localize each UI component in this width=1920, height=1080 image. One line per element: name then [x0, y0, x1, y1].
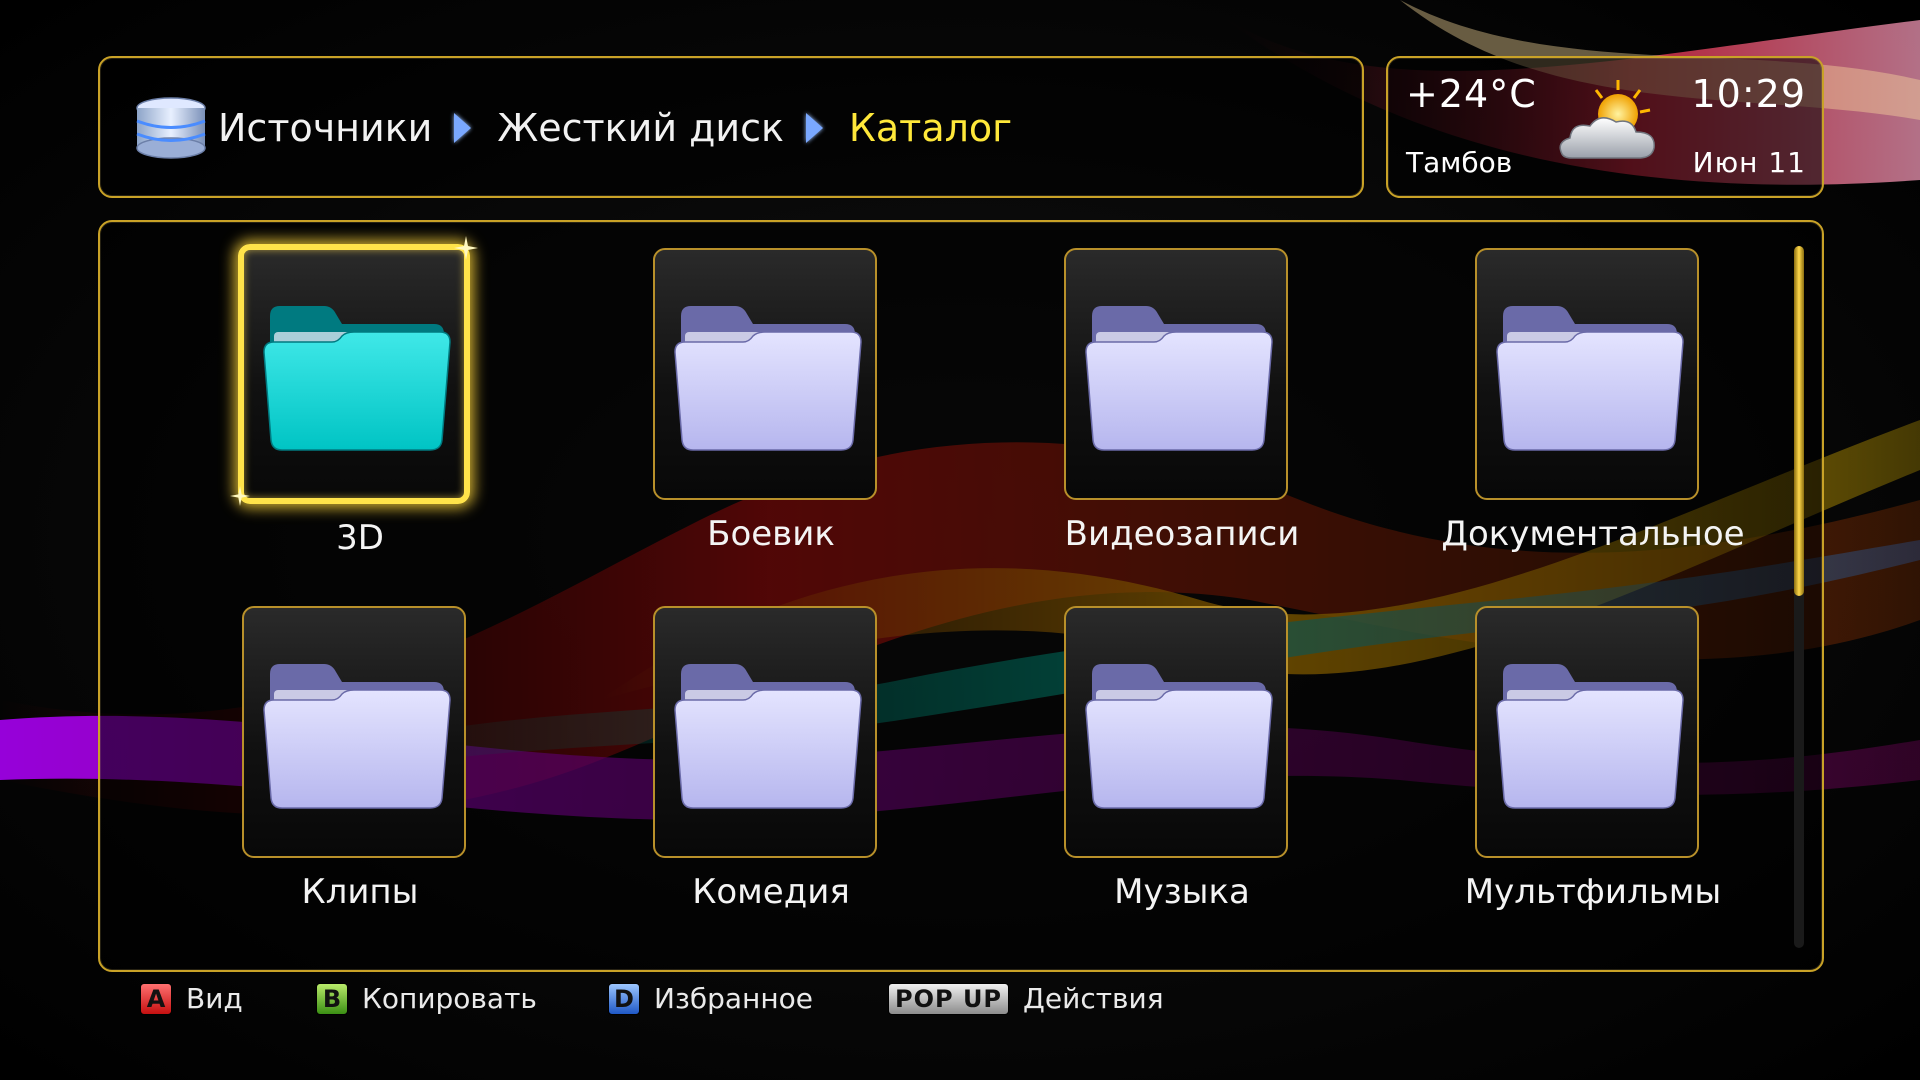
popup-key-icon: POP UP — [888, 982, 1010, 1015]
partly-cloudy-icon — [1559, 80, 1655, 159]
folder-tile[interactable]: Комедия — [581, 580, 881, 912]
breadcrumb-item-sources[interactable]: Источники — [218, 106, 432, 150]
folder-label: Комедия — [692, 872, 850, 912]
hint-actions[interactable]: POP UP Действия — [888, 982, 1164, 1015]
clock-date: Июн 11 — [1692, 146, 1806, 179]
blue-key-d-icon: D — [608, 982, 640, 1015]
hint-favorites[interactable]: D Избранное — [608, 982, 813, 1015]
folder-tile[interactable]: Музыка — [992, 580, 1292, 912]
breadcrumb-item-catalog: Каталог — [848, 106, 1013, 150]
folder-tile[interactable]: 3D — [170, 222, 478, 558]
folder-icon — [1496, 306, 1684, 451]
folder-grid: 3D Боевик Видеозаписи Документальное Клипы Ко… — [100, 222, 1760, 970]
folder-thumbnail[interactable] — [1475, 606, 1699, 858]
folder-thumbnail[interactable] — [653, 248, 877, 500]
folder-thumbnail[interactable] — [230, 236, 478, 506]
folder-thumbnail[interactable] — [1064, 248, 1288, 500]
folder-icon — [1085, 664, 1273, 809]
folder-icon — [1496, 664, 1684, 809]
folder-tile[interactable]: Боевик — [581, 222, 881, 554]
green-key-b-icon: B — [316, 982, 348, 1015]
folder-icon — [263, 664, 451, 809]
folder-label: Мультфильмы — [1464, 872, 1722, 912]
hint-copy-label: Копировать — [362, 982, 537, 1015]
folder-tile[interactable]: Документальное — [1403, 222, 1745, 554]
red-key-a-icon: A — [140, 982, 172, 1015]
folder-icon — [263, 306, 451, 451]
scrollbar[interactable] — [1794, 246, 1804, 948]
folder-thumbnail[interactable] — [1064, 606, 1288, 858]
hint-favorites-label: Избранное — [654, 982, 814, 1015]
folder-label: Документальное — [1441, 514, 1745, 554]
hint-view-label: Вид — [186, 982, 243, 1015]
clock-time: 10:29 — [1691, 72, 1806, 116]
folder-thumbnail[interactable] — [653, 606, 877, 858]
breadcrumb-panel: Источники Жесткий диск Каталог — [98, 56, 1364, 198]
hint-actions-label: Действия — [1023, 982, 1164, 1015]
breadcrumb-item-hard-disk[interactable]: Жесткий диск — [497, 106, 784, 150]
breadcrumb-separator-icon — [805, 113, 823, 143]
folder-label: Музыка — [1114, 872, 1250, 912]
breadcrumb: Источники Жесткий диск Каталог — [132, 96, 1012, 160]
folder-label: Видеозаписи — [1064, 514, 1300, 554]
folder-label: Клипы — [301, 872, 419, 912]
folder-thumbnail[interactable] — [242, 606, 466, 858]
folder-label: 3D — [336, 518, 384, 558]
folder-tile[interactable]: Клипы — [170, 580, 470, 912]
folder-tile[interactable]: Мультфильмы — [1403, 580, 1721, 912]
breadcrumb-separator-icon — [454, 113, 472, 143]
folder-thumbnail[interactable] — [1475, 248, 1699, 500]
scrollbar-thumb[interactable] — [1794, 246, 1804, 596]
hint-view[interactable]: A Вид — [140, 982, 243, 1015]
sparkle-icon — [230, 486, 250, 506]
folder-browser: 3D Боевик Видеозаписи Документальное Клипы Ко… — [98, 220, 1824, 972]
folder-icon — [674, 664, 862, 809]
temperature: +24°C — [1406, 72, 1537, 116]
database-icon — [136, 97, 206, 159]
sparkle-icon — [454, 236, 478, 260]
folder-tile[interactable]: Видеозаписи — [992, 222, 1299, 554]
folder-icon — [1085, 306, 1273, 451]
folder-icon — [674, 306, 862, 451]
folder-label: Боевик — [707, 514, 835, 554]
hint-copy[interactable]: B Копировать — [316, 982, 537, 1015]
weather-clock-panel: +24°C 10:29 Тамбов Июн 11 — [1386, 56, 1824, 198]
key-hints-bar: A Вид B Копировать D Избранное POP UP Де… — [0, 982, 1920, 1022]
city-name: Тамбов — [1406, 146, 1513, 179]
